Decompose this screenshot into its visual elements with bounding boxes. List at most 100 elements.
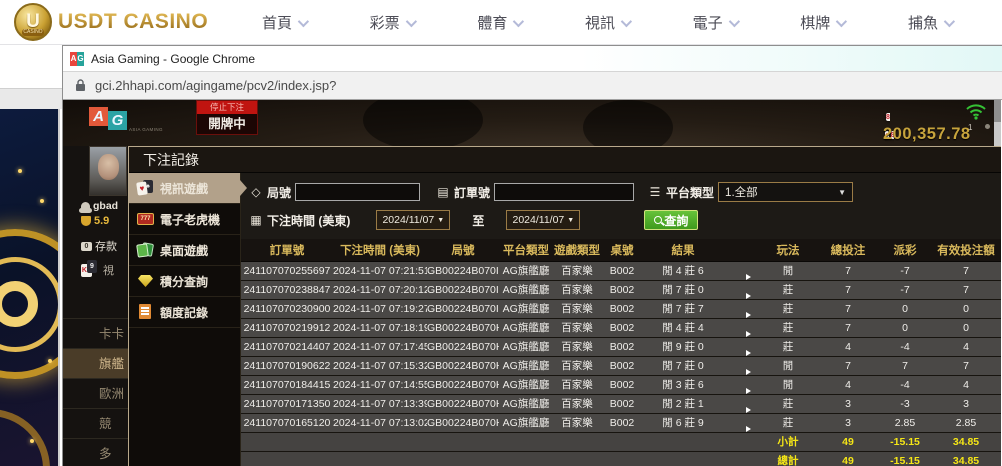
page-background [0,45,62,466]
cell-replay [723,394,759,413]
scrollbar[interactable] [994,100,1001,146]
table-row: 2411070701906222024-11-07 07:15:32GB0022… [241,356,1001,375]
cell-valid: 7 [931,280,1001,299]
stop-betting-label: 停止下注 [197,101,257,114]
cell-game: 百家樂 [553,337,601,356]
cell-tableno: B002 [601,261,643,280]
nav-item-live[interactable]: 視訊 [585,12,629,33]
cell-method: 閒 [759,356,817,375]
order-input[interactable] [494,183,634,201]
nav-item-fishing[interactable]: 捕魚 [908,12,952,33]
hall-item[interactable]: 競 [63,408,128,438]
ag-video-strip: A G ASIA GAMING 停止下注 開牌中 8♦8♦8♣8♣ 200,35… [63,100,1001,146]
cell-replay [723,261,759,280]
cell-method: 莊 [759,337,817,356]
hall-item[interactable]: 多 [63,438,128,466]
sidebar-item-quota-records[interactable]: 額度記錄 [129,297,240,328]
cell-payout: 0 [879,318,931,337]
cell-bet: 3 [817,394,879,413]
address-bar[interactable]: gci.2hhapi.com/agingame/pcv2/index.jsp? [63,71,1002,100]
cell-method: 莊 [759,280,817,299]
sidebar-item-slot-machines[interactable]: 777電子老虎機 [129,204,240,235]
cell-tableno: B002 [601,318,643,337]
cell-game: 百家樂 [553,394,601,413]
usdt-logo-icon: U CASINO [14,3,52,41]
cell-tableno: B002 [601,356,643,375]
nav-item-slots[interactable]: 電子 [693,12,737,33]
cell-method: 莊 [759,318,817,337]
platform-select[interactable]: 1.全部 ▼ [718,182,853,202]
deposit-button[interactable]: 0 存款 [81,238,117,254]
green-cards-icon [137,242,154,258]
document-icon [137,304,154,320]
cell-valid: 7 [931,261,1001,280]
cell-game: 百家樂 [553,356,601,375]
round-input[interactable] [295,183,420,201]
cell-method: 閒 [759,375,817,394]
top-navbar: U CASINO USDT CASINO 首頁 彩票 體育 視訊 電子 棋牌 捕魚 [0,0,1002,45]
cell-bet: 7 [817,280,879,299]
cell-tableno: B002 [601,280,643,299]
money-bag-icon [81,216,91,226]
cell-payout: -4 [879,337,931,356]
cell-replay [723,280,759,299]
cell-result: 閒 4 莊 6 [643,261,723,280]
total-row-label: 總計 [759,451,817,466]
nav-item-board[interactable]: 棋牌 [800,12,844,33]
search-button[interactable]: 查詢 [644,210,698,230]
cell-game: 百家樂 [553,299,601,318]
table-row: 2411070702388472024-11-07 07:20:12GB0022… [241,280,1001,299]
ag-logo: A G ASIA GAMING [89,107,163,132]
diamond-icon [137,273,154,289]
cell-result: 閒 6 莊 9 [643,413,723,432]
slot-777-icon: 777 [137,211,154,227]
hall-item[interactable]: 卡卡 [63,318,128,348]
nav-item-home[interactable]: 首頁 [262,12,306,33]
cards-icon: ♠♥ [137,180,154,196]
brand-logo[interactable]: U CASINO USDT CASINO [14,3,208,41]
jackpot-amount: 200,357.78 [883,125,1001,144]
username-row: gbad [81,200,118,212]
hall-item[interactable]: 歐洲 [63,378,128,408]
col-header-payout: 派彩 [879,239,931,261]
cell-bet: 7 [817,356,879,375]
cell-order: 241107070238847 [241,280,333,299]
main-nav: 首頁 彩票 體育 視訊 電子 棋牌 捕魚 [262,0,952,45]
cell-bet: 4 [817,337,879,356]
cell-tableno: B002 [601,337,643,356]
table-row: 2411070702309002024-11-07 07:19:27GB0022… [241,299,1001,318]
col-header-result: 結果 [643,239,723,261]
panel-sidebar: ♠♥視訊遊戲777電子老虎機桌面遊戲積分查詢額度記錄 [129,173,241,466]
cell-payout: -4 [879,375,931,394]
opening-label: 開牌中 [197,114,257,135]
cell-replay [723,375,759,394]
nav-item-sports[interactable]: 體育 [477,12,521,33]
cell-bet: 3 [817,413,879,432]
cell-time: 2024-11-07 07:20:12 [333,280,427,299]
sidebar-item-video-games[interactable]: ♠♥視訊遊戲 [129,173,240,204]
stack-icon: ☰ [648,185,662,199]
cell-platform: AG旗艦廳 [499,375,553,394]
table-row: 2411070701713502024-11-07 07:13:39GB0022… [241,394,1001,413]
cell-order: 241107070171350 [241,394,333,413]
cell-method: 莊 [759,413,817,432]
cell-order: 241107070255697 [241,261,333,280]
clipboard-icon: ▤ [436,185,450,199]
ag-user-column: gbad 5.9 0 存款 K♥ 視 卡卡旗艦歐洲競多 777 電子 [63,146,128,466]
video-tab[interactable]: K♥ 視 [81,262,114,278]
cell-time: 2024-11-07 07:15:32 [333,356,427,375]
cell-bet: 4 [817,375,879,394]
date-from-picker[interactable]: 2024/11/07▼ [376,210,450,230]
col-header-valid: 有效投注額 [931,239,1001,261]
deposit-icon: 0 [81,242,92,251]
sidebar-item-points-query[interactable]: 積分查詢 [129,266,240,297]
cell-payout: -7 [879,261,931,280]
hall-item[interactable]: 旗艦 [63,348,128,378]
cell-platform: AG旗艦廳 [499,394,553,413]
sidebar-item-table-games[interactable]: 桌面遊戲 [129,235,240,266]
nav-item-lottery[interactable]: 彩票 [370,12,414,33]
col-header-order: 訂單號 [241,239,333,261]
subtotal-row-label: 小計 [759,432,817,451]
cell-game: 百家樂 [553,280,601,299]
date-to-picker[interactable]: 2024/11/07▼ [506,210,580,230]
